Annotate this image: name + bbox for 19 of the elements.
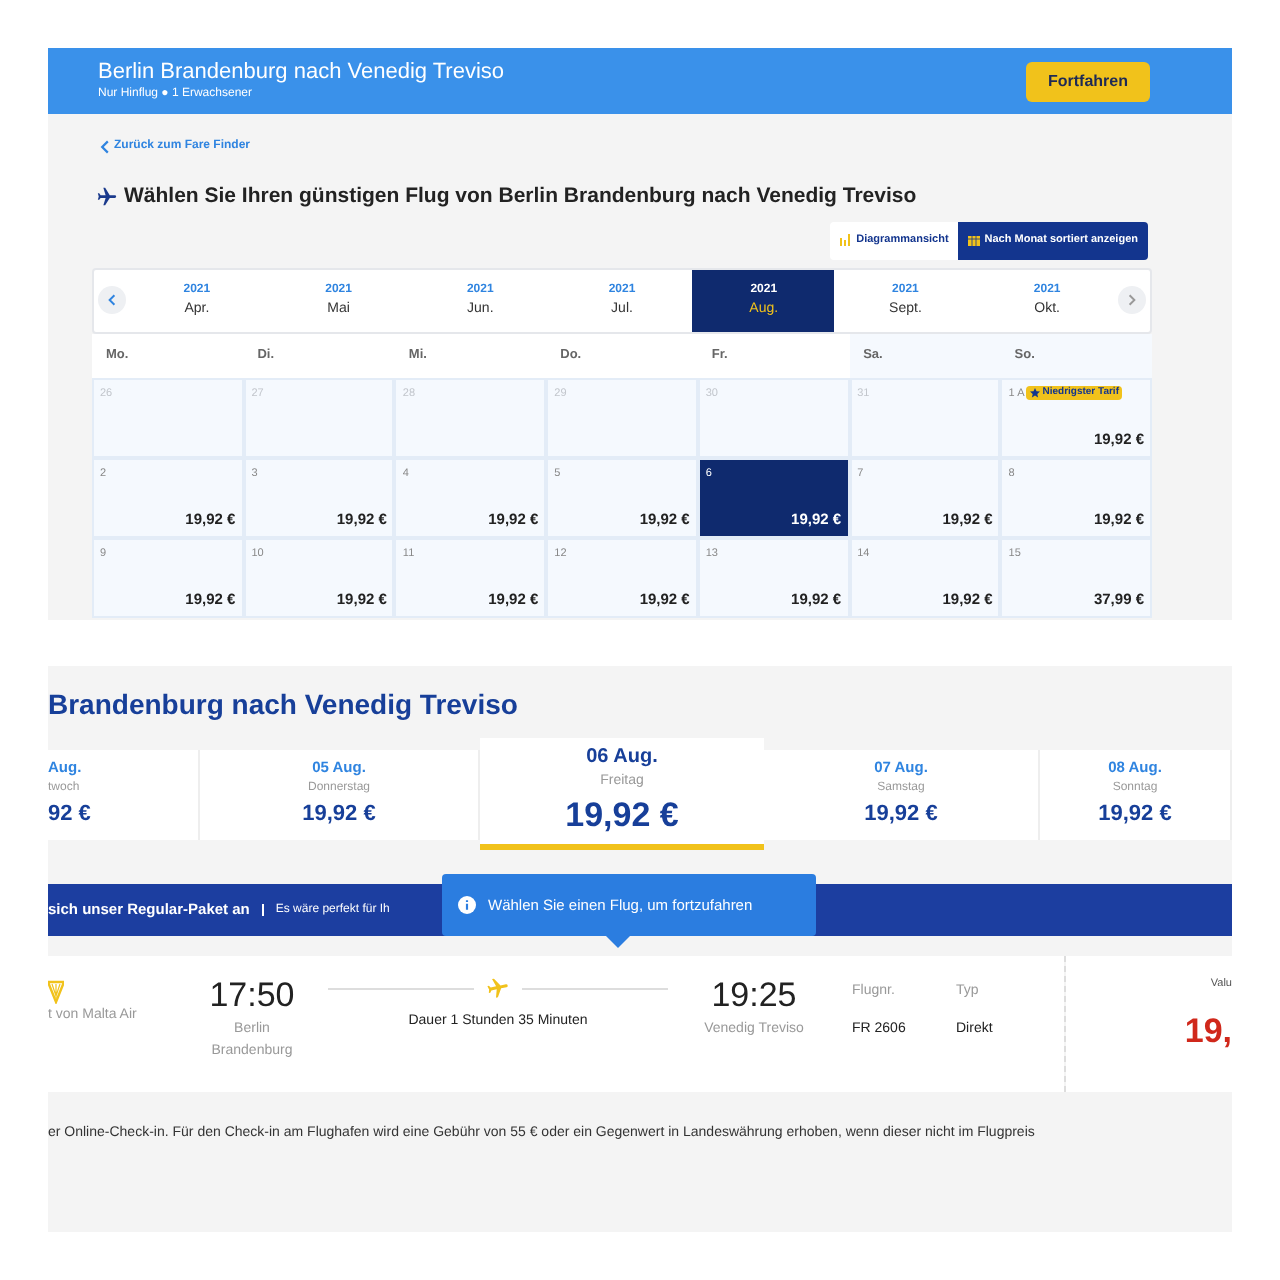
star-icon — [1030, 388, 1041, 398]
calendar-icon — [968, 234, 981, 247]
route-title: Berlin Brandenburg nach Venedig Treviso — [98, 60, 505, 86]
page-heading: Wählen Sie Ihren günstigen Flug von Berlin Brandenburg nach Venedig Treviso — [124, 182, 917, 212]
chevron-left-icon — [108, 294, 116, 307]
airplane-icon — [96, 186, 118, 209]
next-month-button[interactable] — [1118, 286, 1146, 315]
chevron-right-icon — [1128, 294, 1136, 307]
bar-chart-icon — [840, 234, 853, 247]
harp-logo-icon — [48, 980, 64, 1004]
arrival-time: 19:25 — [711, 974, 797, 1018]
chevron-left-icon — [100, 140, 110, 154]
previous-month-button[interactable] — [98, 286, 126, 315]
departure-time: 17:50 — [209, 974, 295, 1018]
info-icon — [458, 896, 476, 914]
airplane-icon — [483, 973, 513, 1003]
continue-button[interactable]: Fortfahren — [1026, 61, 1150, 101]
route-title: Brandenburg nach Venedig Treviso — [48, 686, 520, 724]
fare-price: 19, — [1184, 1012, 1232, 1053]
